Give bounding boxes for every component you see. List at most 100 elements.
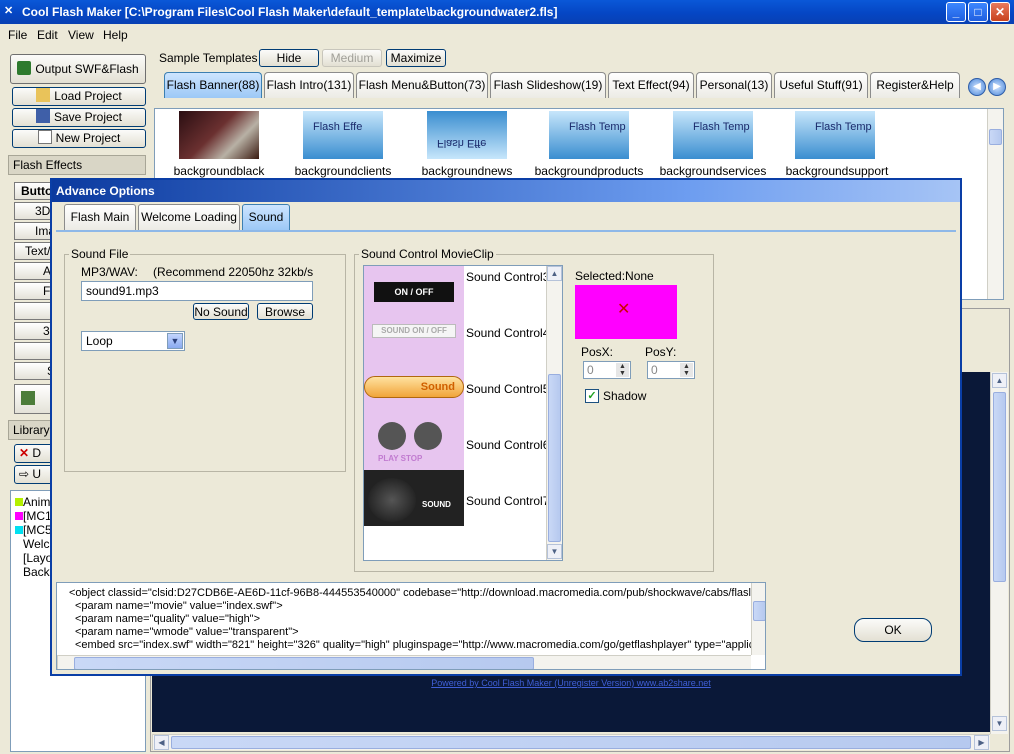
sound-control4-label[interactable]: Sound Control4	[466, 326, 549, 340]
loop-select[interactable]: Loop ▼	[81, 331, 185, 351]
save-project-button[interactable]: Save Project	[12, 108, 146, 127]
tree-item-mc1[interactable]: [MC1]	[15, 509, 55, 523]
output-swf-button[interactable]: Output SWF&Flash	[10, 54, 146, 84]
thumb-backgroundclients[interactable]: Flash Effe	[303, 111, 383, 159]
sound-control3-art: ON / OFF	[374, 282, 454, 302]
code-vscroll-thumb[interactable]	[753, 601, 765, 621]
maximize-templates-button[interactable]: Maximize	[386, 49, 446, 67]
thumb-label-backgroundservices: backgroundservices	[659, 164, 767, 178]
menu-edit[interactable]: Edit	[37, 28, 58, 42]
ok-button[interactable]: OK	[854, 618, 932, 642]
thumbnail-scrollbar[interactable]	[987, 109, 1003, 299]
sound-control3-preview[interactable]: ON / OFF	[364, 266, 464, 302]
no-sound-button[interactable]: No Sound	[193, 303, 249, 320]
sound-control6-preview[interactable]: PLAY STOP	[364, 414, 464, 470]
tabs-left-arrow-icon[interactable]: ◀	[968, 78, 986, 96]
thumb-backgroundproducts[interactable]: Flash Temp	[549, 111, 629, 159]
tabs-right-arrow-icon[interactable]: ▶	[988, 78, 1006, 96]
speaker-icon	[368, 478, 416, 522]
delete-icon: ✕	[19, 446, 30, 460]
tab-flash-slideshow[interactable]: Flash Slideshow(19)	[490, 72, 606, 98]
sound-scroll-thumb[interactable]	[548, 374, 561, 542]
posy-spinner-icon[interactable]: ▲ ▼	[680, 363, 693, 377]
tab-personal[interactable]: Personal(13)	[696, 72, 772, 98]
medium-button[interactable]: Medium	[322, 49, 382, 67]
preview-hscroll[interactable]: ◀ ▶	[152, 734, 990, 750]
template-tabs: Flash Banner(88) Flash Intro(131) Flash …	[150, 72, 1012, 100]
menu-help[interactable]: Help	[103, 28, 128, 42]
dialog-title: Advance Options	[52, 180, 960, 202]
load-project-button[interactable]: Load Project	[12, 87, 146, 106]
sound-control6-label[interactable]: Sound Control6	[466, 438, 549, 452]
menu-view[interactable]: View	[68, 28, 94, 42]
code-hscroll-thumb[interactable]	[74, 657, 534, 669]
menu-bar: File Edit View Help	[0, 24, 1014, 46]
posx-input[interactable]: 0 ▲ ▼	[583, 361, 631, 379]
thumb-backgroundservices[interactable]: Flash Temp	[673, 111, 753, 159]
thumb-backgroundsupport[interactable]: Flash Temp	[795, 111, 875, 159]
preview-scroll-up-icon[interactable]: ▲	[992, 373, 1007, 388]
thumb-label-backgroundproducts: backgroundproducts	[534, 164, 644, 178]
save-project-label: Save Project	[53, 110, 123, 124]
tab-register-help[interactable]: Register&Help	[870, 72, 960, 98]
chevron-down-icon[interactable]: ▼	[167, 333, 183, 349]
tab-useful-stuff[interactable]: Useful Stuff(91)	[774, 72, 868, 98]
maximize-button[interactable]: □	[968, 2, 988, 22]
sound-control5-art: Sound	[364, 376, 464, 398]
code-vscroll[interactable]	[751, 583, 765, 655]
preview-scroll-left-icon[interactable]: ◀	[154, 735, 169, 750]
tab-flash-menu-button[interactable]: Flash Menu&Button(73)	[356, 72, 488, 98]
code-line-4: <param name="wmode" value="transparent">	[75, 626, 299, 638]
preview-hscroll-thumb[interactable]	[171, 736, 971, 749]
tab-flash-main[interactable]: Flash Main	[64, 204, 136, 230]
preview-vscroll-thumb[interactable]	[993, 392, 1006, 582]
tab-text-effect[interactable]: Text Effect(94)	[608, 72, 694, 98]
hide-button[interactable]: Hide	[259, 49, 319, 67]
sound-control7-label[interactable]: Sound Control7	[466, 494, 549, 508]
menu-file[interactable]: File	[8, 28, 27, 42]
code-hscroll[interactable]	[57, 655, 751, 669]
preview-vscroll[interactable]: ▲ ▼	[990, 372, 1008, 734]
minimize-button[interactable]: _	[946, 2, 966, 22]
sound-control4-preview[interactable]: SOUND ON / OFF	[364, 302, 464, 358]
tree-item-mc5[interactable]: [MC5]	[15, 523, 55, 537]
tab-flash-intro[interactable]: Flash Intro(131)	[264, 72, 354, 98]
embed-code-textarea[interactable]: <object classid="clsid:D27CDB6E-AE6D-11c…	[56, 582, 766, 670]
thumb-backgroundnews[interactable]: Flash Effe	[427, 111, 507, 159]
sound-control5-preview[interactable]: Sound	[364, 358, 464, 414]
sound-scroll-up-icon[interactable]: ▲	[547, 266, 562, 281]
posx-spinner-icon[interactable]: ▲ ▼	[616, 363, 629, 377]
code-line-2: <param name="movie" value="index.swf">	[75, 600, 283, 612]
sound-control5-label[interactable]: Sound Control5	[466, 382, 549, 396]
sound-control7-preview[interactable]: SOUND	[364, 470, 464, 526]
new-project-button[interactable]: New Project	[12, 129, 146, 148]
browse-button[interactable]: Browse	[257, 303, 313, 320]
shadow-label[interactable]: Shadow	[603, 389, 646, 403]
thumb-label-backgroundclients: backgroundclients	[294, 164, 392, 178]
flash-effects-header: Flash Effects	[8, 155, 146, 175]
close-button[interactable]: ✕	[990, 2, 1010, 22]
sound-control-list[interactable]: ON / OFF Sound Control3 SOUND ON / OFF S…	[363, 265, 563, 561]
sound-file-input[interactable]: sound91.mp3	[81, 281, 313, 301]
shadow-checkbox[interactable]: ✓	[585, 389, 599, 403]
tree-item-layout[interactable]: [Layo	[23, 551, 52, 565]
code-line-5: <embed src="index.swf" width="821" heigh…	[75, 639, 755, 651]
tab-welcome-loading[interactable]: Welcome Loading	[138, 204, 240, 230]
code-line-3: <param name="quality" value="high">	[75, 613, 261, 625]
sound-control3-label[interactable]: Sound Control3	[466, 270, 549, 284]
thumbnail-scroll-thumb[interactable]	[989, 129, 1002, 145]
sound-scroll-down-icon[interactable]: ▼	[547, 544, 562, 559]
preview-footer-link[interactable]: Powered by Cool Flash Maker (Unregister …	[152, 678, 990, 688]
tab-flash-banner[interactable]: Flash Banner(88)	[164, 72, 262, 98]
mp3-label: MP3/WAV:	[81, 265, 138, 279]
preview-scroll-right-icon[interactable]: ▶	[974, 735, 989, 750]
tab-sound[interactable]: Sound	[242, 204, 290, 230]
posy-input[interactable]: 0 ▲ ▼	[647, 361, 695, 379]
sound-control-scrollbar[interactable]: ▲ ▼	[546, 266, 562, 560]
selected-label: Selected:None	[575, 269, 654, 283]
thumb-backgroundblack[interactable]	[179, 111, 259, 159]
posy-value: 0	[651, 363, 658, 377]
effect-icon	[21, 391, 35, 405]
tree-item-back[interactable]: Back	[23, 565, 50, 579]
preview-scroll-down-icon[interactable]: ▼	[992, 716, 1007, 731]
